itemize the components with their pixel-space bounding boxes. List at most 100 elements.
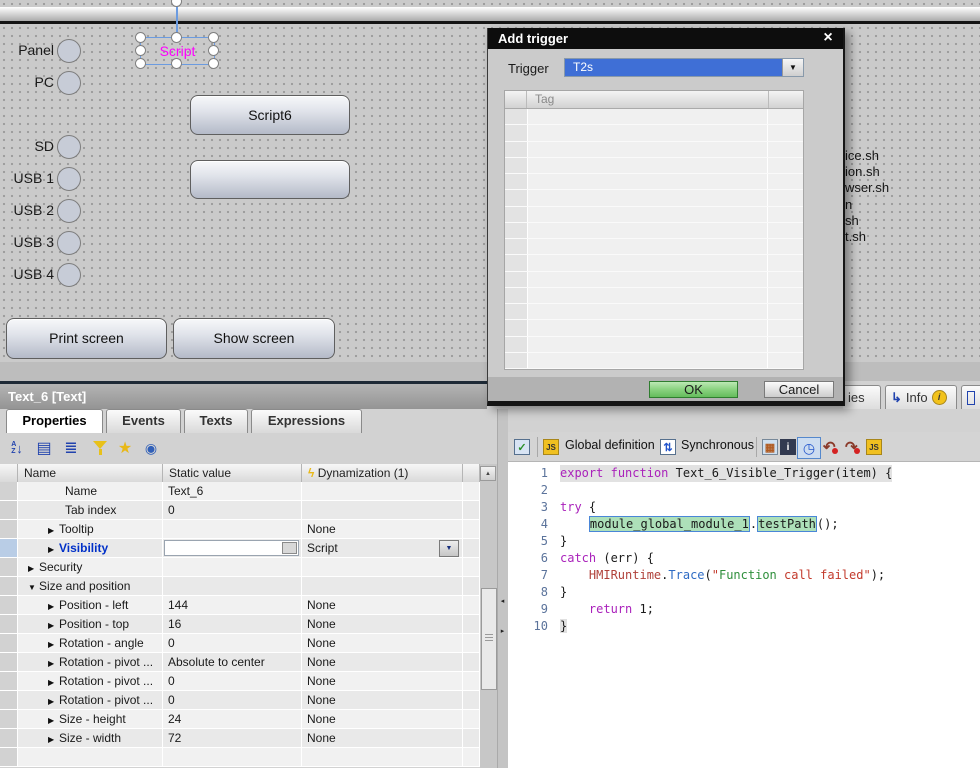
property-name-cell[interactable]: ▶Position - top <box>18 615 163 634</box>
ok-button[interactable]: OK <box>649 381 738 398</box>
row-header-cell[interactable] <box>0 653 18 672</box>
row-header-cell[interactable] <box>0 710 18 729</box>
collapse-categories-icon[interactable]: ≣ <box>59 437 83 459</box>
property-row[interactable]: ▶Size - width72None <box>0 729 480 748</box>
triangle-right-icon[interactable]: ▶ <box>48 541 59 558</box>
tag-aux-cell[interactable] <box>767 125 803 140</box>
tag-row[interactable] <box>505 158 803 174</box>
triangle-right-icon[interactable]: ▶ <box>48 617 59 634</box>
row-header-cell[interactable] <box>0 482 18 501</box>
property-name-cell[interactable]: ▶Visibility <box>18 539 163 558</box>
tag-column-header[interactable]: Tag <box>527 91 768 108</box>
device-indicator[interactable] <box>57 199 81 223</box>
synchronous-label[interactable]: Synchronous <box>681 438 754 452</box>
triangle-right-icon[interactable]: ▶ <box>48 731 59 748</box>
row-header-cell[interactable] <box>0 729 18 748</box>
property-name-cell[interactable] <box>18 748 163 767</box>
tag-row[interactable] <box>505 207 803 223</box>
triangle-right-icon[interactable]: ▶ <box>48 522 59 539</box>
tab-texts[interactable]: Texts <box>184 409 248 433</box>
validate-script-icon[interactable]: ✓ <box>514 437 530 457</box>
tag-cell[interactable] <box>528 353 767 368</box>
row-header-cell[interactable] <box>0 539 18 558</box>
tag-aux-cell[interactable] <box>767 320 803 335</box>
property-name-cell[interactable]: Tab index <box>18 501 163 520</box>
show-all-eye-icon[interactable]: ◉ <box>139 437 163 459</box>
dynamization-cell[interactable]: None <box>302 729 463 748</box>
tag-row[interactable] <box>505 353 803 369</box>
tag-cell[interactable] <box>528 158 767 173</box>
property-row[interactable]: ▶Visibility Script▼ <box>0 539 480 558</box>
device-indicator[interactable] <box>57 231 81 255</box>
tab-properties[interactable]: Properties <box>6 409 103 433</box>
tag-aux-cell[interactable] <box>767 223 803 238</box>
visibility-value-input[interactable] <box>164 540 299 556</box>
tag-row-header-cell[interactable] <box>505 207 528 222</box>
tag-row-header-cell[interactable] <box>505 320 528 335</box>
row-header-cell[interactable] <box>0 691 18 710</box>
triangle-down-icon[interactable]: ▼ <box>28 579 39 596</box>
code-line[interactable]: 6catch (err) { <box>508 550 980 567</box>
tag-row[interactable] <box>505 337 803 353</box>
property-name-cell[interactable]: ▶Size - height <box>18 710 163 729</box>
static-value-cell[interactable]: 0 <box>163 691 302 710</box>
expand-categories-icon[interactable]: ▤ <box>32 437 56 459</box>
static-value-cell[interactable] <box>163 748 302 767</box>
tag-cell[interactable] <box>528 337 767 352</box>
tag-row-header-cell[interactable] <box>505 239 528 254</box>
dynamization-cell[interactable]: None <box>302 672 463 691</box>
tag-aux-cell[interactable] <box>767 109 803 124</box>
property-row[interactable]: ▶Size - height24None <box>0 710 480 729</box>
dynamization-cell[interactable] <box>302 577 463 596</box>
rotation-handle[interactable] <box>171 0 182 7</box>
row-header-cell[interactable] <box>0 558 18 577</box>
scroll-up-icon[interactable]: ▲ <box>480 466 496 481</box>
dynamization-cell[interactable]: None <box>302 653 463 672</box>
tag-aux-cell[interactable] <box>767 353 803 368</box>
property-name-cell[interactable]: ▶Security <box>18 558 163 577</box>
pane-splitter[interactable] <box>497 409 508 768</box>
tag-row-header-cell[interactable] <box>505 158 528 173</box>
dynamization-cell[interactable] <box>302 501 463 520</box>
tag-row-header-cell[interactable] <box>505 353 528 368</box>
tag-cell[interactable] <box>528 304 767 319</box>
device-indicator[interactable] <box>57 263 81 287</box>
tag-aux-cell[interactable] <box>767 174 803 189</box>
code-line[interactable]: 8} <box>508 584 980 601</box>
code-line[interactable]: 2 <box>508 482 980 499</box>
static-value-cell[interactable] <box>163 520 302 539</box>
property-row[interactable]: NameText_6 <box>0 482 480 501</box>
dynamization-cell[interactable]: Script▼ <box>302 539 463 558</box>
favorites-star-icon[interactable]: ★ <box>113 437 137 459</box>
property-row[interactable]: ▶Rotation - angle0None <box>0 634 480 653</box>
tag-row[interactable] <box>505 304 803 320</box>
code-line[interactable]: 5} <box>508 533 980 550</box>
selection-handle[interactable] <box>135 32 146 43</box>
selection-handle[interactable] <box>208 32 219 43</box>
js-convert-icon[interactable]: JS <box>866 437 882 457</box>
tag-aux-cell[interactable] <box>767 288 803 303</box>
tag-row[interactable] <box>505 125 803 141</box>
tag-row-header-cell[interactable] <box>505 142 528 157</box>
dynamization-cell[interactable]: None <box>302 634 463 653</box>
snippets-icon[interactable]: ▦ <box>762 437 778 457</box>
column-name[interactable]: Name <box>18 464 163 482</box>
tag-cell[interactable] <box>528 320 767 335</box>
row-header-cell[interactable] <box>0 615 18 634</box>
tag-row-header-cell[interactable] <box>505 223 528 238</box>
redo-icon[interactable]: ↷ <box>845 437 860 457</box>
property-name-cell[interactable]: ▶Rotation - pivot ... <box>18 691 163 710</box>
dynamization-cell[interactable]: None <box>302 691 463 710</box>
static-value-cell[interactable]: 0 <box>163 672 302 691</box>
tag-row[interactable] <box>505 109 803 125</box>
dynamization-cell[interactable] <box>302 748 463 767</box>
tag-row-header-cell[interactable] <box>505 125 528 140</box>
tag-aux-cell[interactable] <box>767 207 803 222</box>
property-row[interactable]: ▶Position - left144None <box>0 596 480 615</box>
row-header-cell[interactable] <box>0 577 18 596</box>
tag-aux-cell[interactable] <box>767 142 803 157</box>
tab-info[interactable]: ↳ Info i <box>885 385 957 409</box>
triangle-right-icon[interactable]: ▶ <box>48 655 59 672</box>
triangle-right-icon[interactable]: ▶ <box>48 712 59 729</box>
property-row[interactable]: ▶Position - top16None <box>0 615 480 634</box>
